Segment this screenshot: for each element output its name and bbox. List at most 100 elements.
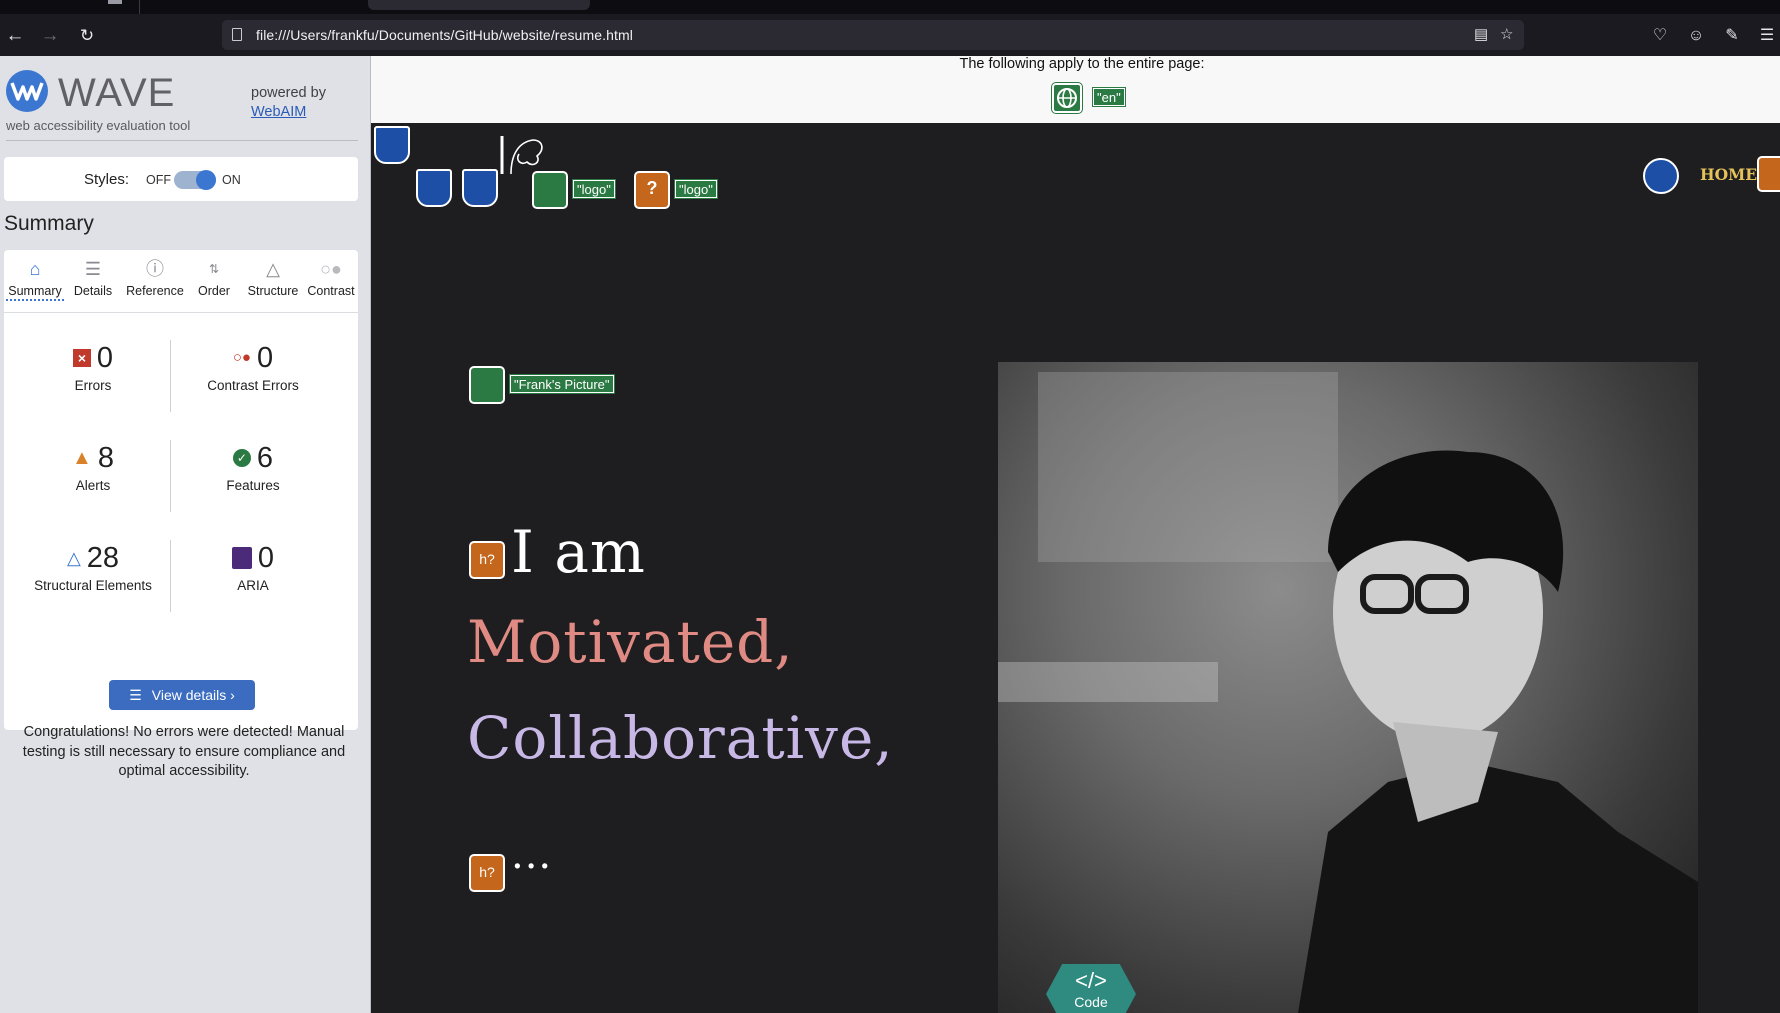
contrast-error-icon: ○●	[232, 349, 251, 366]
pocket-icon[interactable]: ♡	[1648, 24, 1672, 48]
styles-label: Styles:	[84, 171, 130, 188]
heading-badge-text: h?	[479, 864, 495, 880]
toggle-knob	[196, 170, 216, 190]
tab-order[interactable]: ⇅ Order	[185, 256, 243, 306]
language-globe-icon[interactable]	[1051, 82, 1083, 114]
profile-photo	[998, 362, 1698, 1013]
view-details-label: View details ›	[151, 687, 235, 703]
tab-separator	[139, 0, 140, 14]
tab-label: Structure	[247, 284, 299, 298]
styles-panel: Styles: OFF ON	[4, 157, 358, 201]
summary-heading: Summary	[4, 212, 94, 235]
info-icon: ⓘ	[146, 259, 164, 279]
menu-icon[interactable]: ☰	[1755, 24, 1779, 48]
contrast-icon: ○●	[320, 259, 342, 279]
hero-line-motivated: Motivated,	[467, 608, 794, 676]
features-count: 6	[256, 442, 274, 474]
stat-structural-elements[interactable]: △ 28 Structural Elements	[18, 540, 168, 593]
page-wide-annotations: The following apply to the entire page: …	[371, 56, 1780, 123]
region-icon[interactable]	[462, 169, 498, 207]
view-details-button[interactable]: ☰ View details ›	[109, 680, 255, 710]
tab-label: Reference	[126, 284, 184, 298]
features-label: Features	[226, 478, 280, 493]
stat-features[interactable]: ✓ 6 Features	[178, 440, 328, 493]
nav-region-icon[interactable]	[416, 169, 452, 207]
tab-details[interactable]: ☰ Details	[64, 256, 122, 306]
alert-icon: ▲	[72, 447, 92, 469]
hero-line-ellipsis: ...	[511, 832, 553, 878]
errors-label: Errors	[74, 378, 112, 393]
tab-structure[interactable]: △ Structure	[244, 256, 302, 306]
stat-aria[interactable]: 0 ARIA	[178, 540, 328, 593]
page-icon	[232, 28, 242, 41]
stat-contrast-errors[interactable]: ○● 0 Contrast Errors	[178, 340, 328, 393]
tab-label: Contrast	[307, 284, 355, 298]
tab-strip	[0, 0, 1780, 14]
code-icon: </>	[1075, 968, 1107, 993]
congrats-message: Congratulations! No errors were detected…	[22, 724, 346, 779]
code-link-badge[interactable]: </> Code	[1046, 964, 1136, 1013]
linked-image-icon[interactable]	[532, 171, 568, 209]
reload-icon[interactable]: ↻	[75, 24, 99, 48]
url-bar[interactable]: file:///Users/frankfu/Documents/GitHub/w…	[222, 20, 1524, 50]
styles-on-label: ON	[222, 173, 241, 187]
tab-reference[interactable]: ⓘ Reference	[126, 256, 184, 306]
aria-count: 0	[257, 542, 275, 574]
redundant-link-alert-icon[interactable]	[1757, 156, 1780, 192]
tab-glyph	[108, 0, 122, 4]
styles-off-label: OFF	[146, 173, 171, 187]
divider	[4, 312, 358, 313]
aria-cube-icon	[231, 547, 252, 569]
wave-sidebar: WAVE web accessibility evaluation tool p…	[0, 56, 371, 1013]
unordered-list-icon[interactable]	[1643, 158, 1679, 194]
list-icon: ☰	[129, 687, 142, 703]
tab-contrast[interactable]: ○● Contrast	[302, 256, 360, 306]
header-region-icon[interactable]	[374, 126, 410, 164]
divider	[170, 440, 171, 512]
picture-alt-tag: "Frank's Picture"	[509, 374, 615, 394]
language-tag: "en"	[1092, 87, 1126, 107]
divider	[170, 540, 171, 612]
structural-label: Structural Elements	[34, 578, 152, 593]
browser-toolbar: ← → ↻ file:///Users/frankfu/Documents/Gi…	[0, 14, 1780, 56]
back-icon[interactable]: ←	[3, 24, 27, 48]
stat-alerts[interactable]: ▲ 8 Alerts	[18, 440, 168, 493]
wave-title: WAVE	[58, 71, 176, 115]
aria-label: ARIA	[237, 578, 269, 593]
url-text: file:///Users/frankfu/Documents/GitHub/w…	[256, 27, 633, 43]
possible-heading-alert-icon[interactable]: h?	[469, 854, 505, 892]
logo-alt-tag: "logo"	[572, 179, 616, 199]
order-icon: ⇅	[208, 262, 220, 276]
active-tab[interactable]	[368, 0, 590, 10]
errors-count: 0	[96, 342, 114, 374]
powered-by-label: powered by	[251, 85, 326, 101]
logo-alt-tag: "logo"	[674, 179, 718, 199]
page-viewport: The following apply to the entire page: …	[371, 56, 1780, 1013]
list-icon: ☰	[84, 259, 102, 279]
summary-panel: ⌂ Summary ☰ Details ⓘ Reference ⇅ Order …	[4, 250, 360, 779]
tab-summary[interactable]: ⌂ Summary	[6, 256, 64, 306]
extensions-icon[interactable]: ✎	[1720, 24, 1744, 48]
nav-home-link[interactable]: HOME	[1700, 165, 1757, 184]
possible-heading-alert-icon[interactable]: h?	[469, 541, 505, 579]
reader-icon[interactable]: ▤	[1474, 25, 1488, 43]
hero-line-collaborative: Collaborative,	[467, 704, 894, 772]
apply-text: The following apply to the entire page:	[959, 56, 1205, 72]
image-alt-icon[interactable]	[469, 366, 505, 404]
suspicious-alt-alert-icon[interactable]: ?	[634, 171, 670, 209]
styles-toggle[interactable]	[174, 170, 216, 190]
account-icon[interactable]: ☺	[1684, 24, 1708, 48]
divider	[170, 340, 171, 412]
bookmark-star-icon[interactable]: ☆	[1500, 25, 1513, 43]
stat-errors[interactable]: × 0 Errors	[18, 340, 168, 393]
hero-line-i-am: I am	[511, 518, 646, 586]
alerts-count: 8	[97, 442, 114, 474]
forward-icon[interactable]: →	[38, 24, 62, 48]
structure-icon: △	[66, 548, 81, 568]
webaim-link[interactable]: WebAIM	[251, 104, 306, 120]
structural-count: 28	[86, 542, 120, 574]
code-label: Code	[1074, 994, 1108, 1010]
divider	[6, 140, 358, 141]
wave-subtitle: web accessibility evaluation tool	[6, 118, 191, 133]
feature-check-icon: ✓	[232, 449, 251, 467]
